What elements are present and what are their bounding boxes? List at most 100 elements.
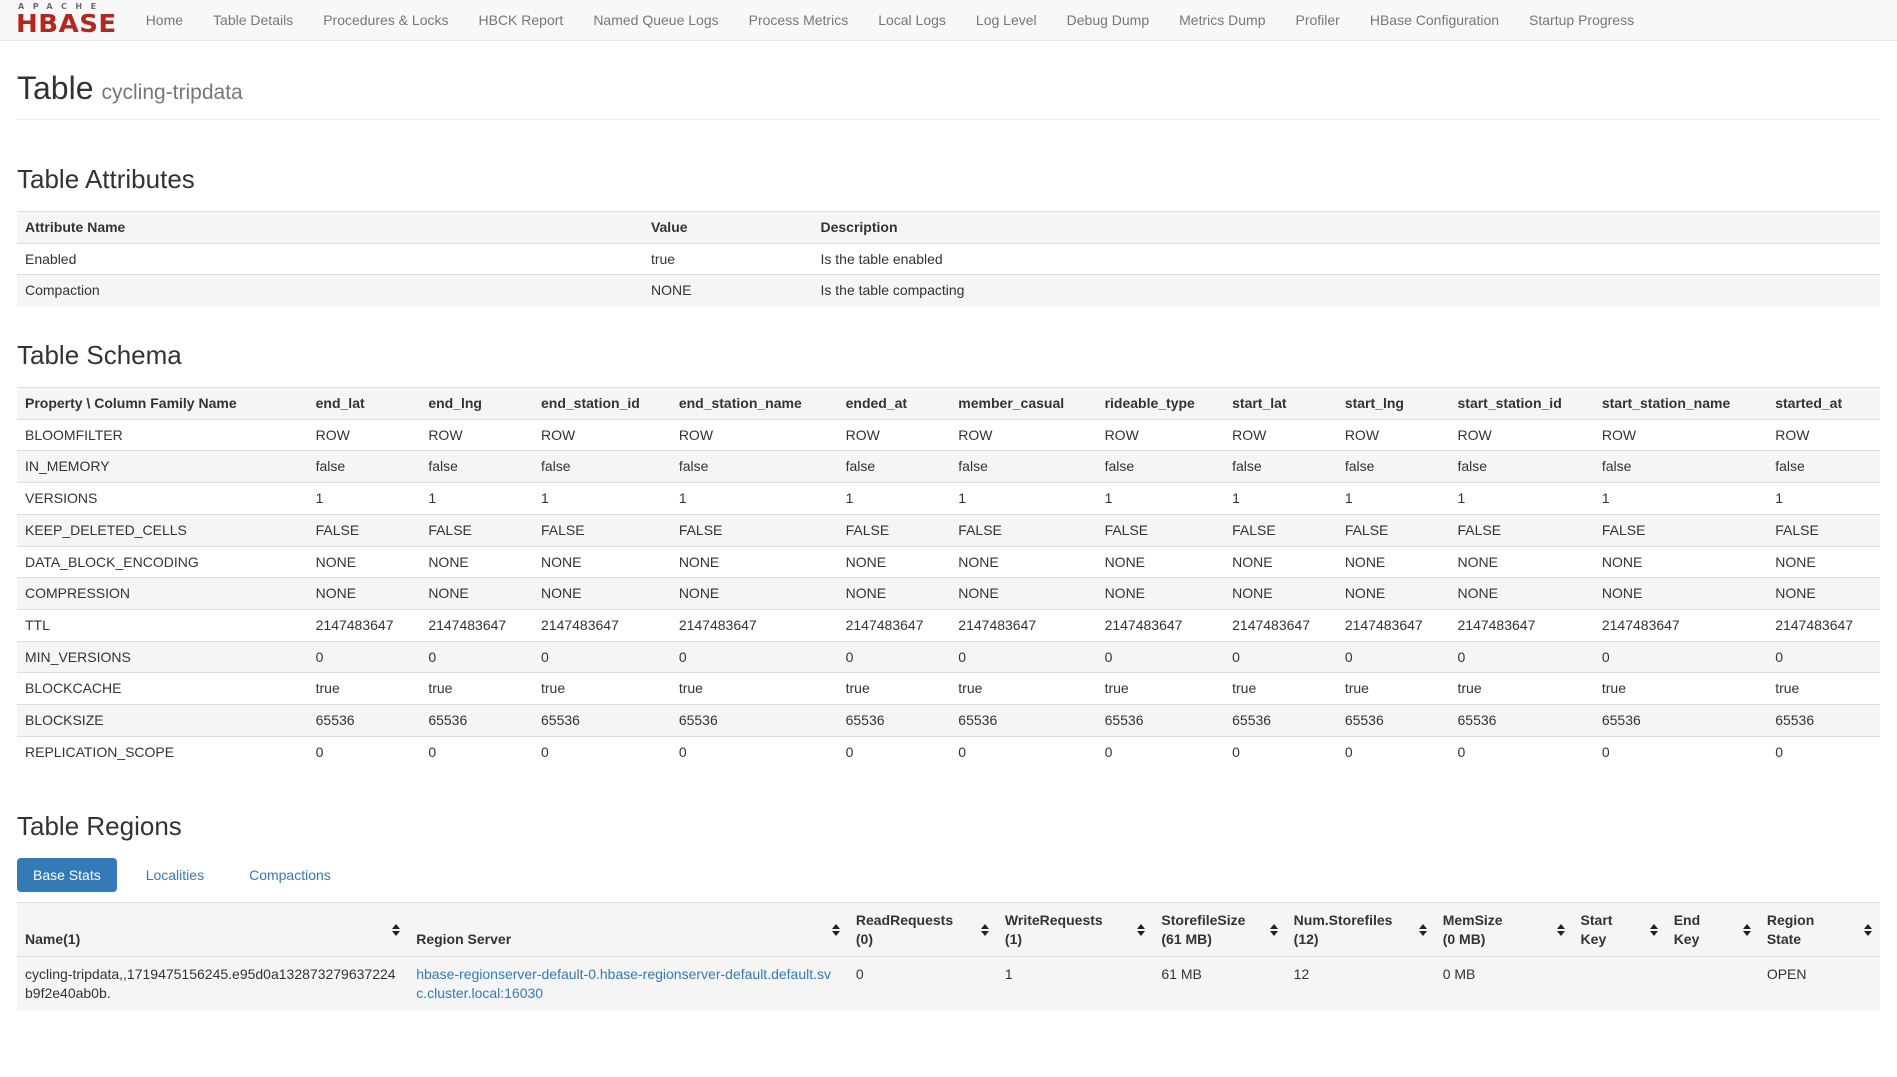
schema-property-value: false (420, 451, 533, 483)
schema-property-value: ROW (671, 419, 838, 451)
schema-property-value: false (1097, 451, 1225, 483)
schema-property-value: ROW (1450, 419, 1594, 451)
schema-property-name: DATA_BLOCK_ENCODING (17, 546, 308, 578)
schema-property-value: FALSE (950, 514, 1096, 546)
regions-col-label: ReadRequests(0) (856, 911, 975, 947)
schema-family-end-station-id: end_station_id (533, 388, 671, 420)
region-state: OPEN (1759, 956, 1880, 1010)
regions-col-label: Name(1) (25, 930, 386, 948)
nav-item-hbck-report[interactable]: HBCK Report (464, 0, 579, 41)
schema-property-value: FALSE (1450, 514, 1594, 546)
schema-property-value: false (308, 451, 421, 483)
nav-item-startup-progress[interactable]: Startup Progress (1514, 0, 1649, 41)
schema-property-value: 1 (838, 483, 951, 515)
schema-property-value: true (950, 673, 1096, 705)
top-navbar: APACHE HBASE HomeTable DetailsProcedures… (0, 0, 1897, 41)
schema-property-value: NONE (950, 546, 1096, 578)
schema-property-value: 0 (1450, 736, 1594, 767)
nav-item-named-queue-logs[interactable]: Named Queue Logs (578, 0, 733, 41)
schema-property-value: ROW (1097, 419, 1225, 451)
tab-localities[interactable]: Localities (130, 858, 220, 892)
nav-menu: HomeTable DetailsProcedures & LocksHBCK … (131, 0, 1649, 41)
schema-property-value: false (1337, 451, 1450, 483)
regions-col-regionstate[interactable]: RegionState (1759, 903, 1880, 956)
schema-property-value: ROW (308, 419, 421, 451)
schema-property-value: 1 (1337, 483, 1450, 515)
schema-property-name: MIN_VERSIONS (17, 641, 308, 673)
sort-icon (1743, 924, 1751, 936)
nav-item-metrics-dump[interactable]: Metrics Dump (1164, 0, 1280, 41)
nav-item-home[interactable]: Home (131, 0, 198, 41)
schema-property-value: 1 (671, 483, 838, 515)
schema-property-value: NONE (1450, 578, 1594, 610)
regions-col-region-server[interactable]: Region Server (408, 903, 848, 956)
schema-property-value: FALSE (308, 514, 421, 546)
schema-family-member-casual: member_casual (950, 388, 1096, 420)
schema-property-value: NONE (420, 578, 533, 610)
schema-property-value: true (671, 673, 838, 705)
regions-col-storefilesize-61-mb[interactable]: StorefileSize(61 MB) (1153, 903, 1285, 956)
regions-col-label: EndKey (1674, 911, 1737, 947)
schema-row-min-versions: MIN_VERSIONS000000000000 (17, 641, 1880, 673)
schema-property-value: true (1450, 673, 1594, 705)
schema-property-value: false (1594, 451, 1767, 483)
schema-property-name: COMPRESSION (17, 578, 308, 610)
schema-property-value: NONE (1224, 578, 1337, 610)
tab-compactions[interactable]: Compactions (233, 858, 347, 892)
schema-property-value: NONE (1097, 546, 1225, 578)
schema-property-value: ROW (420, 419, 533, 451)
regions-col-endkey[interactable]: EndKey (1666, 903, 1759, 956)
regions-col-startkey[interactable]: StartKey (1573, 903, 1666, 956)
schema-property-value: NONE (1767, 578, 1880, 610)
schema-property-value: 65536 (1450, 704, 1594, 736)
schema-property-value: ROW (533, 419, 671, 451)
region-view-tabs: Base Stats Localities Compactions (17, 858, 1880, 892)
schema-property-value: true (1224, 673, 1337, 705)
schema-property-value: FALSE (1224, 514, 1337, 546)
schema-property-value: 65536 (533, 704, 671, 736)
attributes-col-attribute-name: Attribute Name (17, 212, 643, 244)
schema-property-value: 2147483647 (671, 609, 838, 641)
table-regions-heading: Table Regions (17, 811, 1880, 842)
sort-icon (1864, 924, 1872, 936)
schema-row-versions: VERSIONS111111111111 (17, 483, 1880, 515)
schema-property-value: 0 (1594, 736, 1767, 767)
schema-property-value: ROW (1594, 419, 1767, 451)
attribute-row-compaction: CompactionNONEIs the table compacting (17, 275, 1880, 306)
region-server-link[interactable]: hbase-regionserver-default-0.hbase-regio… (416, 966, 831, 1001)
schema-property-name: KEEP_DELETED_CELLS (17, 514, 308, 546)
nav-item-hbase-configuration[interactable]: HBase Configuration (1355, 0, 1514, 41)
nav-item-local-logs[interactable]: Local Logs (863, 0, 961, 41)
schema-row-replication-scope: REPLICATION_SCOPE000000000000 (17, 736, 1880, 767)
nav-item-table-details[interactable]: Table Details (198, 0, 308, 41)
schema-property-value: true (1767, 673, 1880, 705)
regions-col-name-1[interactable]: Name(1) (17, 903, 408, 956)
nav-item-process-metrics[interactable]: Process Metrics (734, 0, 864, 41)
schema-family-end-lng: end_lng (420, 388, 533, 420)
schema-property-value: NONE (308, 546, 421, 578)
region-num-storefiles: 12 (1286, 956, 1435, 1010)
schema-property-value: 1 (1097, 483, 1225, 515)
region-read-requests: 0 (848, 956, 997, 1010)
schema-property-value: NONE (1224, 546, 1337, 578)
schema-property-value: NONE (1767, 546, 1880, 578)
schema-property-value: 0 (1767, 641, 1880, 673)
region-write-requests: 1 (997, 956, 1153, 1010)
schema-property-value: FALSE (533, 514, 671, 546)
nav-item-log-level[interactable]: Log Level (961, 0, 1052, 41)
schema-property-value: 0 (1450, 641, 1594, 673)
schema-property-value: ROW (1224, 419, 1337, 451)
regions-col-memsize-0-mb[interactable]: MemSize(0 MB) (1435, 903, 1573, 956)
hbase-logo[interactable]: APACHE HBASE (10, 3, 123, 38)
schema-property-value: NONE (420, 546, 533, 578)
regions-col-num-storefiles-12[interactable]: Num.Storefiles(12) (1286, 903, 1435, 956)
nav-item-debug-dump[interactable]: Debug Dump (1052, 0, 1165, 41)
regions-col-readrequests-0[interactable]: ReadRequests(0) (848, 903, 997, 956)
tab-base-stats[interactable]: Base Stats (17, 858, 117, 892)
nav-item-procedures-locks[interactable]: Procedures & Locks (308, 0, 463, 41)
nav-item-profiler[interactable]: Profiler (1281, 0, 1355, 41)
schema-family-start-lng: start_lng (1337, 388, 1450, 420)
main-content: Tablecycling-tripdata Table Attributes A… (0, 70, 1897, 1010)
page-header: Tablecycling-tripdata (17, 70, 1880, 120)
regions-col-writerequests-1[interactable]: WriteRequests(1) (997, 903, 1153, 956)
